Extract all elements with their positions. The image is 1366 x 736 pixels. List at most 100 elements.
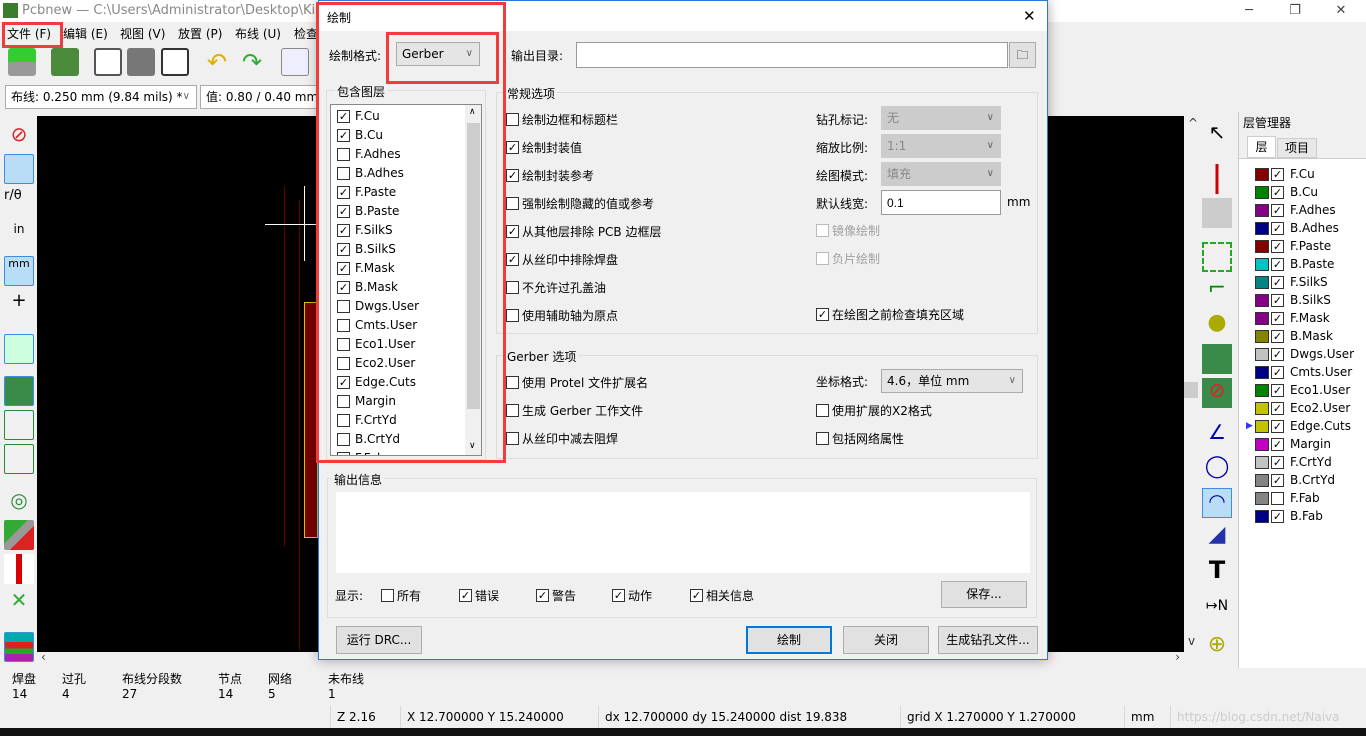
layer-visibility-checkbox[interactable]: ✓ <box>1271 455 1284 469</box>
menu-place[interactable]: 放置 (P) <box>178 25 222 42</box>
layer-name[interactable]: Edge.Cuts <box>1290 419 1351 433</box>
show-zones-icon[interactable] <box>4 376 34 406</box>
layer-row[interactable]: ✓ F.CrtYd <box>1255 453 1332 471</box>
layer-visibility-checkbox[interactable]: ✓ <box>1271 167 1284 181</box>
add-circle-icon[interactable]: ◯ <box>1202 454 1232 484</box>
layer-color-swatch[interactable] <box>1255 365 1269 379</box>
save-icon[interactable] <box>8 48 36 76</box>
tab-layers[interactable]: 层 <box>1247 136 1276 158</box>
layer-name[interactable]: B.Paste <box>1290 257 1334 271</box>
layer-name[interactable]: B.Adhes <box>1290 221 1339 235</box>
layer-name[interactable]: B.Cu <box>1290 185 1318 199</box>
layer-name[interactable]: F.Paste <box>1290 239 1331 253</box>
layer-name[interactable]: F.CrtYd <box>1290 455 1332 469</box>
message-filter-checkbox[interactable]: ✓ 相关信息 <box>690 587 754 604</box>
x2-format-checkbox[interactable]: 使用扩展的X2格式 <box>816 402 932 419</box>
layer-name[interactable]: Margin <box>1290 437 1331 451</box>
layer-color-swatch[interactable] <box>1255 401 1269 415</box>
layer-name[interactable]: F.Cu <box>1290 167 1315 181</box>
add-polygon-icon[interactable]: ◢ <box>1202 522 1232 552</box>
gerber-option-checkbox[interactable]: 生成 Gerber 工作文件 <box>506 402 643 419</box>
layer-name[interactable]: Dwgs.User <box>1290 347 1354 361</box>
keepout-icon[interactable]: ⊘ <box>1202 378 1232 408</box>
message-filter-checkbox[interactable]: 所有 <box>381 587 421 604</box>
layer-color-swatch[interactable] <box>1255 185 1269 199</box>
layer-color-swatch[interactable] <box>1255 221 1269 235</box>
ratsnest-icon[interactable] <box>4 334 34 364</box>
cursor-shape-icon[interactable]: + <box>4 290 34 320</box>
layer-color-swatch[interactable] <box>1255 509 1269 523</box>
layer-row[interactable]: ✓ Eco1.User <box>1255 381 1350 399</box>
scroll-up-icon[interactable]: ^ <box>1188 116 1198 130</box>
minimize-button[interactable]: ─ <box>1226 0 1272 22</box>
plot-icon[interactable] <box>161 48 189 76</box>
gerber-option-checkbox[interactable]: 使用 Protel 文件扩展名 <box>506 374 648 391</box>
layer-visibility-checkbox[interactable]: ✓ <box>1271 437 1284 451</box>
polar-coords-icon[interactable]: r/θ <box>4 188 34 218</box>
layer-row[interactable]: ✓ Cmts.User <box>1255 363 1352 381</box>
layer-visibility-checkbox[interactable]: ✓ <box>1271 221 1284 235</box>
output-directory-input[interactable] <box>576 42 1008 68</box>
layer-row[interactable]: ▶ ✓ Edge.Cuts <box>1246 417 1351 435</box>
layer-name[interactable]: B.Fab <box>1290 509 1323 523</box>
layer-color-swatch[interactable] <box>1255 383 1269 397</box>
general-option-checkbox[interactable]: ✓ 绘制封装参考 <box>506 167 594 184</box>
layer-color-swatch[interactable] <box>1255 473 1269 487</box>
scroll-down-icon[interactable]: v <box>1188 634 1195 648</box>
layer-row[interactable]: ✓ B.Paste <box>1255 255 1334 273</box>
add-footprint-icon[interactable] <box>1202 242 1232 272</box>
layer-row[interactable]: ✓ B.Fab <box>1255 507 1323 525</box>
select-arrow-icon[interactable]: ↖ <box>1202 120 1232 150</box>
layer-color-swatch[interactable] <box>1255 329 1269 343</box>
general-option-checkbox[interactable]: 强制绘制隐藏的值或参考 <box>506 195 654 212</box>
message-filter-checkbox[interactable]: ✓ 错误 <box>459 587 499 604</box>
add-via-icon[interactable]: ● <box>1202 310 1232 340</box>
menu-route[interactable]: 布线 (U) <box>235 25 281 42</box>
add-line-icon[interactable]: ∠ <box>1202 420 1232 450</box>
layer-color-swatch[interactable] <box>1255 275 1269 289</box>
layer-row[interactable]: ✓ F.Paste <box>1255 237 1331 255</box>
layer-color-swatch[interactable] <box>1255 257 1269 271</box>
layer-color-swatch[interactable] <box>1255 293 1269 307</box>
via-size-select[interactable]: 值: 0.80 / 0.40 mm <box>200 85 320 109</box>
layer-row[interactable]: ✓ B.Cu <box>1255 183 1318 201</box>
layer-visibility-checkbox[interactable]: ✓ <box>1271 419 1284 433</box>
general-option-checkbox[interactable]: ✓ 绘制封装值 <box>506 139 582 156</box>
maximize-button[interactable]: ❐ <box>1272 0 1318 22</box>
close-button[interactable]: 关闭 <box>843 626 929 654</box>
layer-color-swatch[interactable] <box>1255 491 1269 505</box>
coord-format-select[interactable]: 4.6，单位 mm ∨ <box>881 369 1023 393</box>
layer-name[interactable]: F.Mask <box>1290 311 1330 325</box>
message-filter-checkbox[interactable]: ✓ 动作 <box>612 587 652 604</box>
layer-visibility-checkbox[interactable]: ✓ <box>1271 473 1284 487</box>
layer-visibility-checkbox[interactable]: ✓ <box>1271 347 1284 361</box>
menu-view[interactable]: 视图 (V) <box>120 25 165 42</box>
layer-color-swatch[interactable] <box>1255 203 1269 217</box>
output-messages[interactable] <box>336 492 1030 573</box>
layer-row[interactable]: ✓ F.Adhes <box>1255 201 1336 219</box>
layers-manager-icon[interactable] <box>4 632 34 662</box>
inch-units-icon[interactable]: in <box>4 222 34 252</box>
layer-row[interactable]: ✓ Eco2.User <box>1255 399 1350 417</box>
layer-name[interactable]: F.Adhes <box>1290 203 1336 217</box>
tab-items[interactable]: 项目 <box>1277 138 1317 158</box>
via-display-icon[interactable]: ◎ <box>4 488 34 518</box>
layer-color-swatch[interactable] <box>1255 311 1269 325</box>
layer-visibility-checkbox[interactable]: ✓ <box>1271 329 1284 343</box>
plot-button[interactable]: 绘制 <box>746 626 832 654</box>
add-text-icon[interactable]: T <box>1202 556 1232 586</box>
browse-folder-button[interactable]: 🗀 <box>1009 42 1036 68</box>
layer-color-swatch[interactable] <box>1255 437 1269 451</box>
layer-visibility-checkbox[interactable]: ✓ <box>1271 185 1284 199</box>
layer-row[interactable]: ✓ F.Cu <box>1255 165 1315 183</box>
layer-visibility-checkbox[interactable]: ✓ <box>1271 239 1284 253</box>
drc-off-icon[interactable]: ⊘ <box>4 122 34 152</box>
grid-icon[interactable] <box>4 154 34 184</box>
general-option-checkbox[interactable]: ✓ 从丝印中排除焊盘 <box>506 251 618 268</box>
print-icon[interactable] <box>127 48 155 76</box>
net-attributes-checkbox[interactable]: 包括网络属性 <box>816 430 904 447</box>
layer-visibility-checkbox[interactable]: ✓ <box>1271 203 1284 217</box>
scroll-right-icon[interactable]: › <box>1175 650 1180 664</box>
layer-color-swatch[interactable] <box>1255 455 1269 469</box>
layer-visibility-checkbox[interactable]: ✓ <box>1271 275 1284 289</box>
